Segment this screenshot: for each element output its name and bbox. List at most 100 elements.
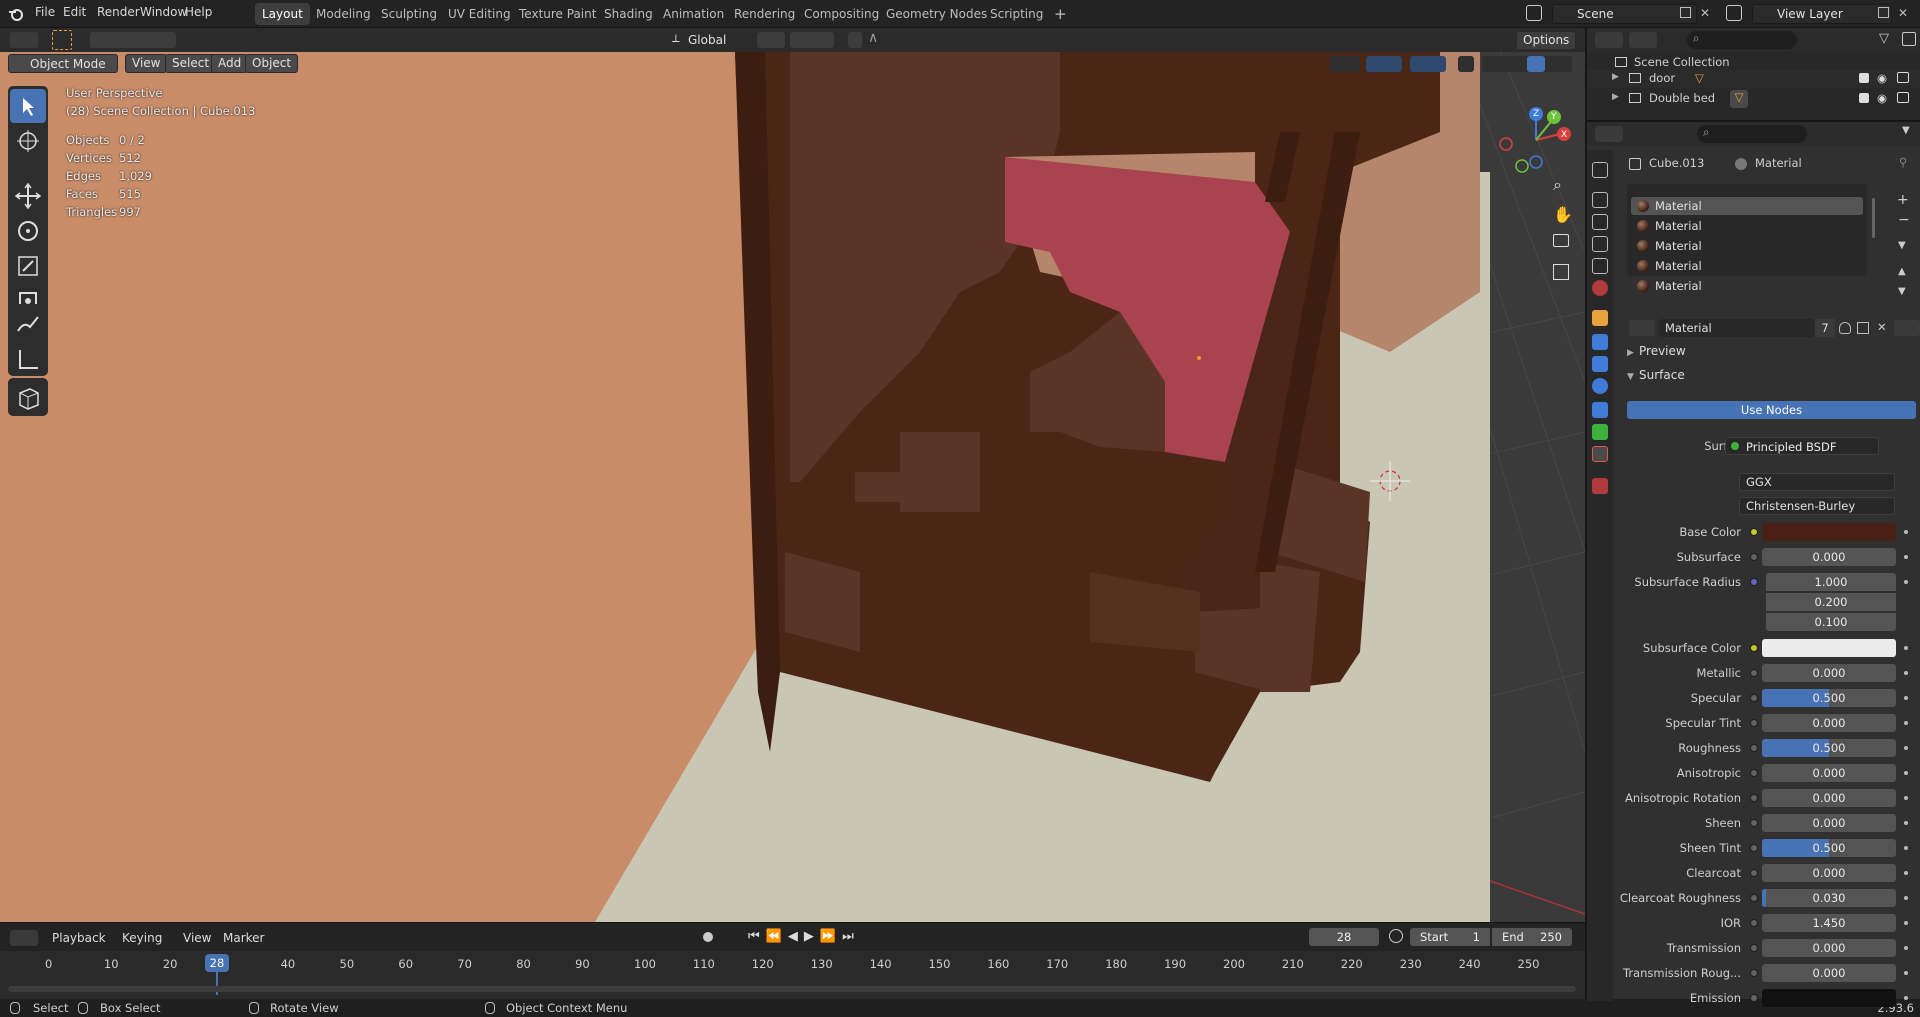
eye-icon[interactable]: ◉ <box>1877 91 1887 105</box>
cursor-tool[interactable] <box>10 124 46 158</box>
link-dropdown[interactable] <box>1894 320 1920 336</box>
value-socket-icon[interactable] <box>1750 769 1758 777</box>
subsurface-field[interactable]: 0.000 <box>1762 548 1896 566</box>
tab-layout[interactable]: Layout <box>255 3 310 25</box>
specular-tint-field[interactable]: 0.000 <box>1762 714 1896 732</box>
move-up-icon[interactable]: ▲ <box>1898 266 1906 277</box>
tab-sculpting[interactable]: Sculpting <box>374 3 444 25</box>
clearcoat-roughness-field[interactable]: 0.030 <box>1762 889 1896 907</box>
value-socket-icon[interactable] <box>1750 894 1758 902</box>
material-slot-item[interactable]: Material <box>1631 277 1863 295</box>
grid-view-icon[interactable] <box>1553 264 1569 280</box>
menu-file[interactable]: File <box>35 5 55 19</box>
rotate-tool[interactable] <box>10 214 46 248</box>
sheen-field[interactable]: 0.000 <box>1762 814 1896 832</box>
move-down-icon[interactable]: ▼ <box>1898 286 1906 297</box>
gizmo-toggle[interactable] <box>1366 56 1402 72</box>
options-dropdown[interactable]: Options <box>1516 31 1577 50</box>
surface-shader-field[interactable]: Principled BSDF <box>1725 437 1879 455</box>
material-slot-item[interactable]: Material <box>1631 217 1863 235</box>
measure-tool[interactable] <box>10 342 46 376</box>
menu-edit[interactable]: Edit <box>63 5 86 19</box>
outliner-item-door[interactable]: door <box>1649 71 1675 85</box>
keyframe-dot-icon[interactable] <box>1904 921 1908 925</box>
zoom-icon[interactable]: ⌕ <box>1553 175 1562 195</box>
select-box-tool[interactable] <box>10 89 46 123</box>
value-socket-icon[interactable] <box>1750 944 1758 952</box>
keyframe-dot-icon[interactable] <box>1904 946 1908 950</box>
keyframe-dot-icon[interactable] <box>1904 896 1908 900</box>
value-socket-icon[interactable] <box>1750 553 1758 561</box>
menu-select[interactable]: Select <box>165 54 217 73</box>
annotate-tool[interactable] <box>10 307 46 341</box>
base-color-swatch[interactable] <box>1762 523 1896 541</box>
value-socket-icon[interactable] <box>1750 844 1758 852</box>
constraints-tab-icon[interactable] <box>1592 402 1608 418</box>
expand-arrow-icon[interactable]: ▶ <box>1627 348 1634 358</box>
collapse-arrow-icon[interactable]: ▼ <box>1627 372 1634 382</box>
scene-collection-label[interactable]: Scene Collection <box>1634 55 1730 69</box>
outliner-row[interactable]: ▶ Double bed ▽ ◉ <box>1587 90 1920 108</box>
editor-type-icon[interactable] <box>10 32 38 48</box>
menu-window[interactable]: Window <box>140 5 187 19</box>
value-socket-icon[interactable] <box>1750 719 1758 727</box>
new-collection-icon[interactable] <box>1902 32 1916 46</box>
scene-tab-icon[interactable] <box>1592 258 1608 274</box>
subsurface-radius-x[interactable]: 1.000 <box>1766 573 1896 591</box>
transform-orientation-dropdown[interactable]: Global <box>688 33 726 47</box>
menu-object[interactable]: Object <box>245 54 299 73</box>
timeline-scrollbar[interactable] <box>8 986 1576 992</box>
tab-texture-paint[interactable]: Texture Paint <box>512 3 603 25</box>
keyframe-dot-icon[interactable] <box>1904 721 1908 725</box>
clearcoat-field[interactable]: 0.000 <box>1762 864 1896 882</box>
keyframe-dot-icon[interactable] <box>1904 746 1908 750</box>
keyframe-dot-icon[interactable] <box>1904 580 1908 584</box>
render-tab-icon[interactable] <box>1592 192 1608 208</box>
tab-shading[interactable]: Shading <box>597 3 660 25</box>
tab-geometry-nodes[interactable]: Geometry Nodes <box>879 3 994 25</box>
keyframe-dot-icon[interactable] <box>1904 671 1908 675</box>
proportional-edit-toggle[interactable] <box>848 32 862 48</box>
camera-render-icon[interactable] <box>1897 72 1909 83</box>
physics-tab-icon[interactable] <box>1592 378 1608 394</box>
falloff-icon[interactable]: ∧ <box>868 30 878 46</box>
view-layer-field[interactable]: View Layer <box>1752 4 1892 24</box>
material-slot-item[interactable]: Material <box>1631 237 1863 255</box>
specular-field[interactable]: 0.500 <box>1762 689 1896 707</box>
color-socket-icon[interactable] <box>1750 528 1758 536</box>
menu-add[interactable]: Add <box>211 54 249 73</box>
keyframe-dot-icon[interactable] <box>1904 996 1908 1000</box>
keyframe-dot-icon[interactable] <box>1904 796 1908 800</box>
sheen-tint-field[interactable]: 0.500 <box>1762 839 1896 857</box>
preview-panel-header[interactable]: Preview <box>1639 344 1686 358</box>
unlink-material-icon[interactable]: ✕ <box>1877 320 1887 334</box>
value-socket-icon[interactable] <box>1750 869 1758 877</box>
tab-animation[interactable]: Animation <box>656 3 731 25</box>
value-socket-icon[interactable] <box>1750 969 1758 977</box>
outliner-search-input[interactable]: ⌕ <box>1687 31 1797 49</box>
texture-tab-icon[interactable] <box>1592 478 1608 494</box>
pin-icon[interactable]: ⚲ <box>1899 155 1907 169</box>
duplicate-scene-icon[interactable] <box>1680 7 1691 18</box>
color-socket-icon[interactable] <box>1750 644 1758 652</box>
pan-hand-icon[interactable]: ✋ <box>1553 205 1573 224</box>
expand-arrow-icon[interactable]: ▶ <box>1612 92 1619 102</box>
pivot-dropdown[interactable] <box>757 32 785 48</box>
keyframe-dot-icon[interactable] <box>1904 555 1908 559</box>
data-tab-icon[interactable] <box>1592 424 1608 440</box>
properties-editor-type[interactable] <box>1595 126 1623 142</box>
tool-tab-icon[interactable] <box>1592 162 1608 178</box>
particles-tab-icon[interactable] <box>1592 356 1608 372</box>
metallic-field[interactable]: 0.000 <box>1762 664 1896 682</box>
menu-view[interactable]: View <box>125 54 168 73</box>
subsurface-color-swatch[interactable] <box>1762 639 1896 657</box>
subsurface-radius-y[interactable]: 0.200 <box>1766 593 1896 611</box>
camera-view-icon[interactable] <box>1553 234 1569 247</box>
snap-toggle[interactable] <box>790 32 834 48</box>
move-tool[interactable] <box>10 179 46 213</box>
visibility-dropdown[interactable] <box>1330 56 1360 72</box>
overlay-toggle[interactable] <box>1410 56 1446 72</box>
remove-slot-icon[interactable]: − <box>1898 212 1910 228</box>
anisotropic-rotation-field[interactable]: 0.000 <box>1762 789 1896 807</box>
tab-scripting[interactable]: Scripting <box>983 3 1050 25</box>
